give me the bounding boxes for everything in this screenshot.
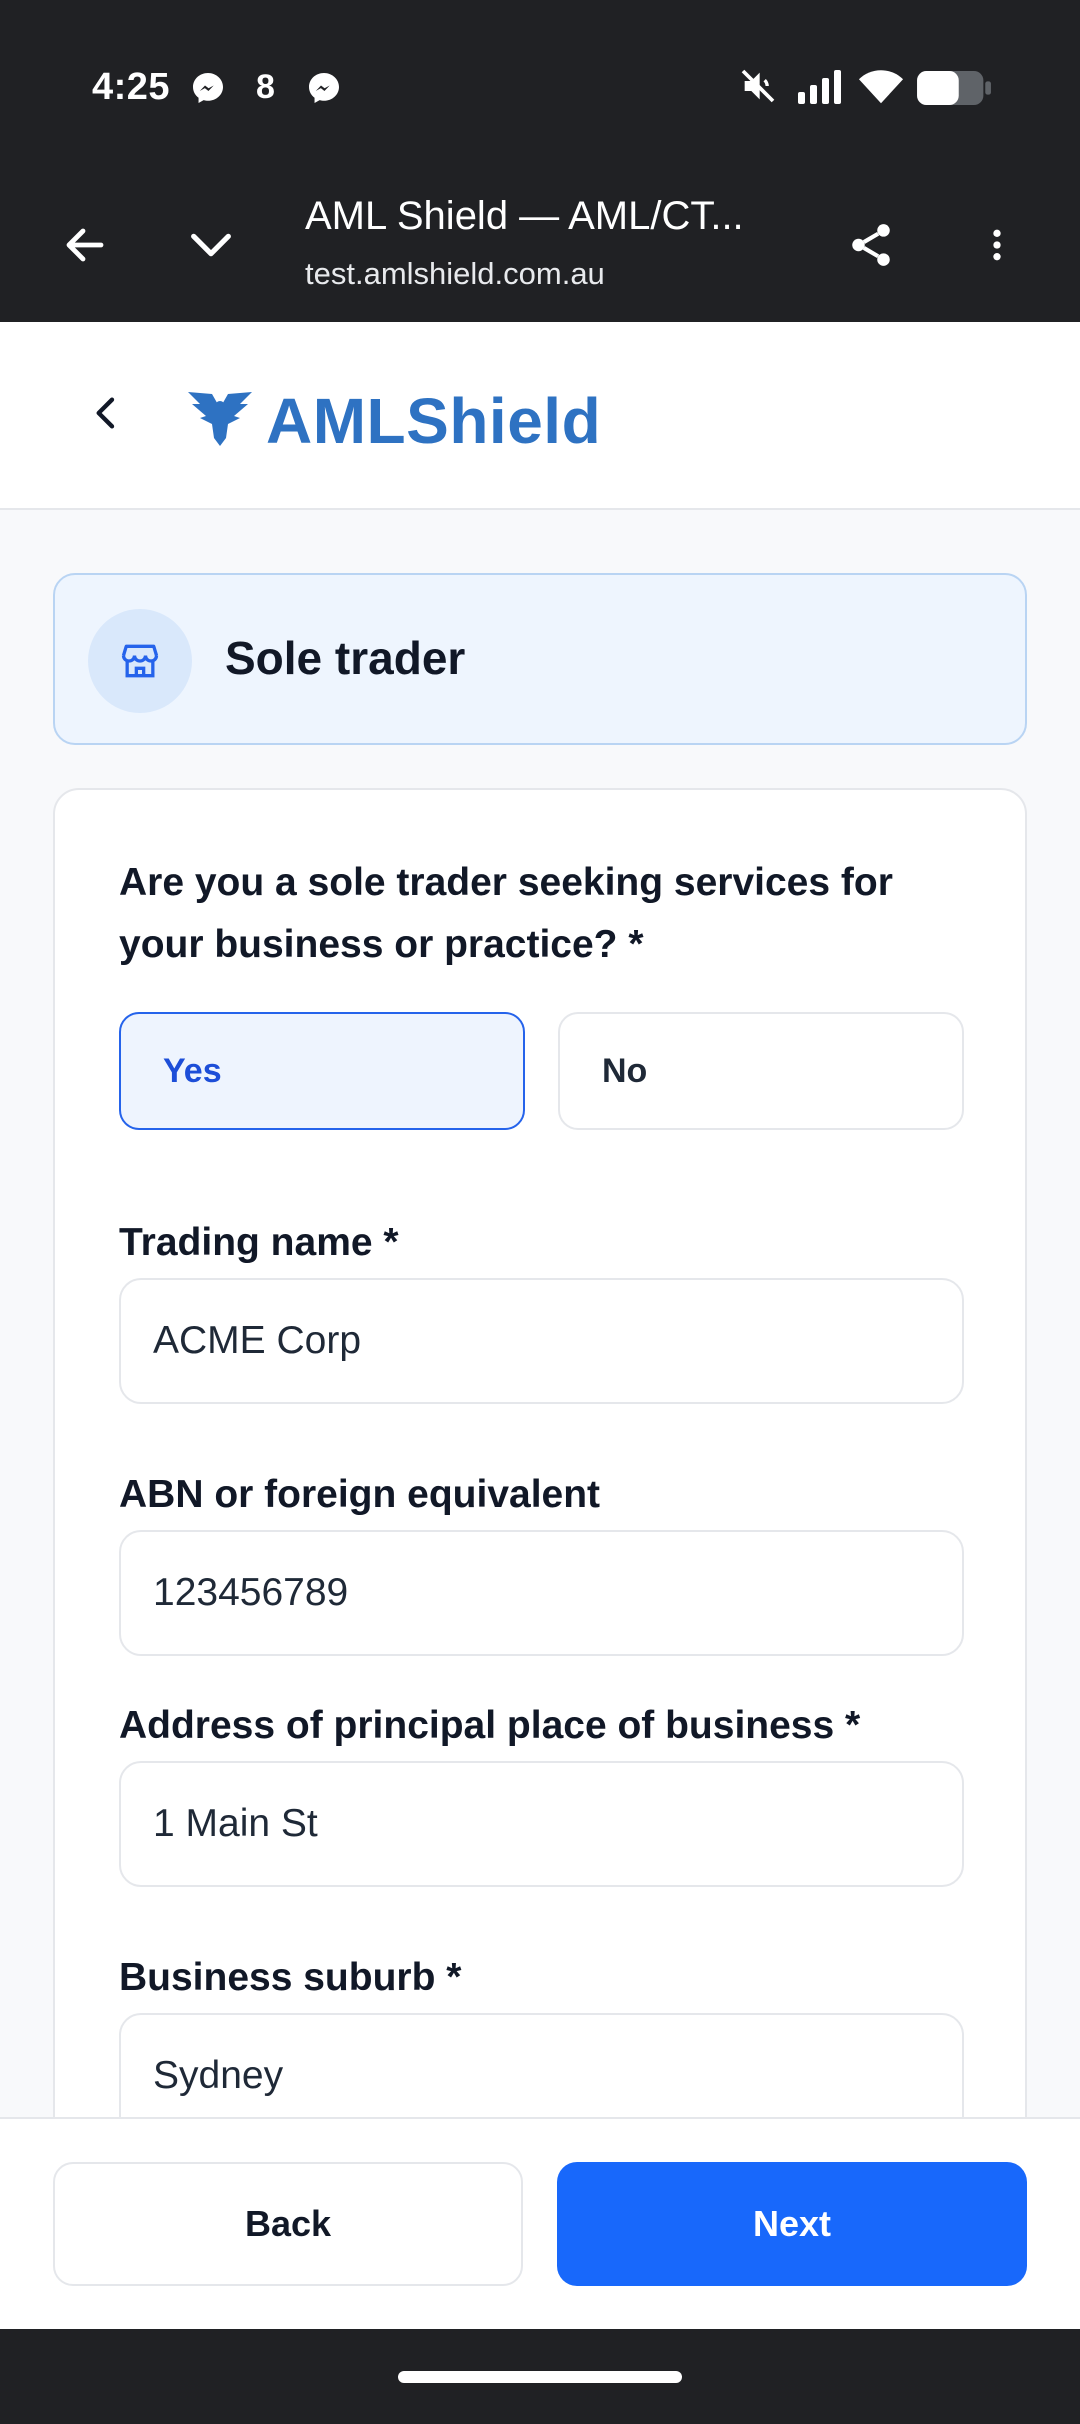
abn-label: ABN or foreign equivalent [119,1473,601,1516]
chevron-left-icon[interactable] [72,378,142,448]
no-option-button[interactable]: No [558,1012,964,1130]
entity-type-title: Sole trader [225,632,466,684]
mute-icon [738,66,778,111]
action-bar: Back Next [0,2117,1080,2329]
logo-text: AMLShield [266,384,601,458]
next-button[interactable]: Next [557,2162,1027,2286]
storefront-icon [88,609,192,713]
battery-icon [916,70,992,111]
entity-type-card: Sole trader [53,573,1027,745]
messenger-icon [190,70,226,111]
back-arrow-icon[interactable] [50,210,120,280]
wifi-icon [858,66,904,111]
page-url[interactable]: test.amlshield.com.au [305,256,605,292]
back-button[interactable]: Back [53,2162,523,2286]
no-option-label: No [602,1051,648,1090]
eagle-logo-icon [186,390,254,453]
home-gesture-handle[interactable] [398,2371,682,2383]
page-title[interactable]: AML Shield — AML/CT... [305,194,744,239]
trading-name-input[interactable] [119,1278,964,1404]
amlshield-logo: AMLShield [186,384,601,458]
app-header: AMLShield [0,322,1080,510]
share-icon[interactable] [836,210,906,280]
signal-icon [796,66,844,111]
notification-count: 8 [256,68,275,106]
status-bar: 4:25 8 [0,0,1080,170]
address-input[interactable] [119,1761,964,1887]
chevron-down-icon[interactable] [176,210,246,280]
browser-toolbar: AML Shield — AML/CT... test.amlshield.co… [0,170,1080,322]
sole-trader-question: Are you a sole trader seeking services f… [119,861,893,966]
yes-option-label: Yes [163,1051,222,1090]
abn-input[interactable] [119,1530,964,1656]
address-label: Address of principal place of business * [119,1704,861,1747]
logo-text-shield: Shield [406,385,602,457]
suburb-label: Business suburb * [119,1956,462,1999]
messenger-icon [306,70,342,111]
logo-text-aml: AML [266,385,407,457]
trading-name-label: Trading name * [119,1221,399,1264]
more-vert-icon[interactable] [962,210,1032,280]
status-time: 4:25 [92,66,171,108]
yes-option-button[interactable]: Yes [119,1012,525,1130]
system-nav-bar [0,2329,1080,2424]
